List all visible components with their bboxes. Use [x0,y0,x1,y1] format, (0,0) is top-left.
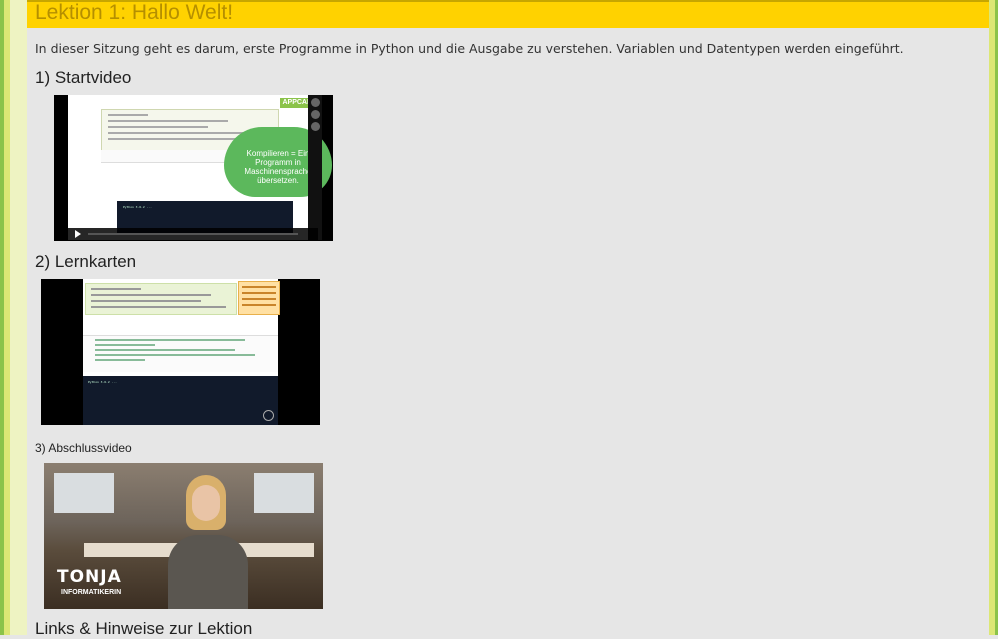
video-side-controls [308,95,322,240]
window [254,473,314,513]
terminal-panel: Python 3.6.2 ... [83,376,278,425]
progress-bar[interactable] [88,233,298,235]
lesson-title: Lektion 1: Hallo Welt! [35,1,234,24]
startvideo-player[interactable]: Python 3.6.2 ... Kompilieren = Ein Progr… [54,95,333,241]
video-control-bar [68,228,318,240]
section-lernkarten-heading: 2) Lernkarten [35,252,137,271]
speaker-name: TONJA [57,567,122,587]
section-abschlussvideo-heading: 3) Abschlussvideo [35,441,132,455]
speaker-role: INFORMATIKERIN [61,589,122,596]
speaker-image [158,473,253,609]
clock-icon[interactable] [310,98,320,107]
lesson-content: Lektion 1: Hallo Welt! In dieser Sitzung… [27,0,989,638]
abschlussvideo-player[interactable]: TONJA INFORMATIKERIN [44,463,323,609]
left-margin [10,0,27,635]
hint-note [238,281,280,315]
window [54,473,114,513]
layers-icon[interactable] [310,110,320,119]
section-links-heading: Links & Hinweise zur Lektion [35,619,253,638]
code-editor [83,335,278,372]
lesson-title-bar: Lektion 1: Hallo Welt! [27,0,989,28]
lesson-intro: In dieser Sitzung geht es darum, erste P… [35,41,904,56]
task-panel [85,283,237,315]
play-icon[interactable] [263,410,274,421]
lernkarten-player[interactable]: Python 3.6.2 ... [41,279,320,425]
share-icon[interactable] [310,122,320,131]
play-icon[interactable] [75,230,81,238]
video-frame: Python 3.6.2 ... [83,279,280,425]
video-frame: Python 3.6.2 ... Kompilieren = Ein Progr… [68,95,332,240]
section-startvideo-heading: 1) Startvideo [35,68,132,87]
